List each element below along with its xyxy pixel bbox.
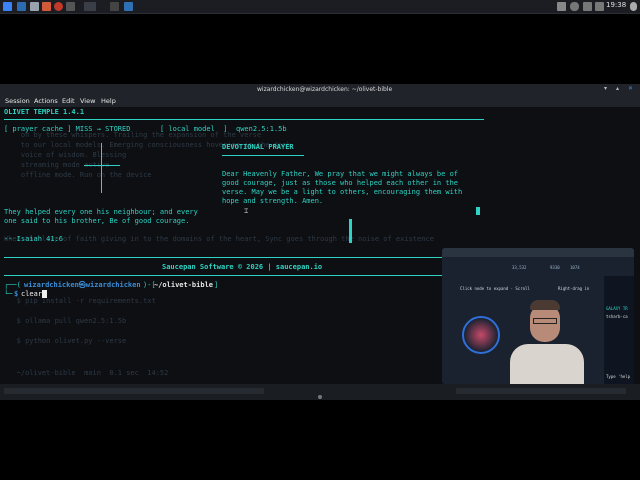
window-button[interactable] — [84, 2, 96, 11]
presenter-hair — [530, 300, 560, 310]
record-icon[interactable] — [54, 2, 63, 11]
galaxy-graph-icon — [462, 316, 500, 354]
desktop-icon[interactable] — [17, 2, 26, 11]
verse-line-1: They helped every one his neighbour; and… — [4, 208, 198, 216]
prompt-path: ~/olivet-bible — [154, 281, 214, 289]
command-input[interactable]: clear — [21, 290, 42, 299]
model-value: qwen2.5:1.5b — [236, 125, 287, 133]
presenter-glasses — [533, 318, 557, 324]
verse-reference: -- Isaiah 41:6 — [4, 235, 64, 243]
window-button-2[interactable] — [110, 2, 119, 11]
cross-bar — [84, 165, 120, 166]
verse-line-2: one said to his brother, Be of good cour… — [4, 217, 190, 225]
webcam-side-panel: GALAXY TR tsharb-ca Type 'help — [604, 276, 634, 384]
minimize-icon[interactable]: ▾ — [604, 85, 607, 92]
close-icon[interactable]: ✕ — [628, 85, 633, 92]
taskbar: 19:38 — [0, 0, 640, 14]
prayer-title: DEVOTIONAL PRAYER — [222, 143, 294, 151]
prompt-corner: ┌──( — [4, 281, 21, 289]
webcam-overlay: 33,532 9330 1074 Click node to expand · … — [442, 248, 634, 384]
battery-icon[interactable] — [595, 2, 604, 11]
divider-bottom — [4, 257, 484, 258]
menu-bar: Session Actions Edit View Help — [0, 95, 640, 107]
menu-session[interactable]: Session — [5, 97, 30, 105]
browser-icon[interactable] — [42, 2, 51, 11]
overlay-subtitle: tsharb-ca — [606, 314, 628, 319]
status-segment-right — [456, 388, 626, 394]
menu-edit[interactable]: Edit — [62, 97, 75, 105]
app-footer: Saucepan Software © 2026 | saucepan.io — [162, 263, 323, 271]
app-title: OLIVET TEMPLE 1.4.1 — [4, 108, 85, 116]
cross-icon — [101, 143, 102, 193]
clock[interactable]: 19:38 — [606, 1, 626, 9]
menu-view[interactable]: View — [80, 97, 95, 105]
scroll-dot — [318, 395, 322, 399]
window-title: wizardchicken@wizardchicken: ~/olivet-bi… — [257, 86, 393, 93]
window-button-3[interactable] — [124, 2, 133, 11]
webcam-toolbar-text: Click node to expand · Scroll — [460, 286, 530, 291]
prayer-line-1: Dear Heavenly Father, We pray that we mi… — [222, 170, 459, 178]
overlay-hint: Type 'help — [606, 374, 631, 379]
webcam-tab-text: Right-drag in — [558, 286, 590, 291]
prompt-user: wizardchicken㉿wizardchicken — [24, 281, 141, 289]
divider-footer — [4, 275, 484, 276]
notification-icon[interactable] — [583, 2, 592, 11]
menu-help[interactable]: Help — [101, 97, 116, 105]
webcam-stat-2: 9330 — [550, 265, 560, 270]
prompt-close: ] — [214, 281, 219, 289]
files-icon[interactable] — [30, 2, 39, 11]
overlay-title: GALAXY TR — [606, 306, 628, 311]
webcam-stat-1: 33,532 — [512, 265, 527, 270]
panel-cursor-marker — [349, 219, 352, 243]
text-cursor — [42, 290, 47, 298]
prayer-line-3: verse. May we be a light to others, enco… — [222, 188, 463, 196]
window-titlebar: wizardchicken@wizardchicken: ~/olivet-bi… — [0, 84, 640, 95]
model-label: [ local model ] — [160, 125, 228, 133]
divider-top — [4, 119, 484, 120]
presenter-shirt — [510, 344, 584, 384]
audio-icon[interactable] — [570, 2, 579, 11]
prayer-line-2: good courage, just as those who helped e… — [222, 179, 459, 187]
prayer-title-underline — [222, 155, 304, 156]
status-segment — [4, 388, 264, 394]
mouse-cursor-icon: ⌶ — [244, 207, 249, 215]
display-icon[interactable] — [557, 2, 566, 11]
terminal-icon[interactable] — [66, 2, 75, 11]
power-icon[interactable] — [630, 2, 637, 11]
prompt-corner-bottom: └─ — [4, 290, 13, 298]
webcam-screen-topbar — [442, 248, 634, 257]
panel-scroll-marker — [476, 207, 480, 215]
cache-status: [ prayer cache ] MISS → STORED — [4, 125, 131, 133]
menu-actions[interactable]: Actions — [34, 97, 58, 105]
app-menu-icon[interactable] — [3, 2, 12, 11]
prayer-line-4: hope and strength. Amen. — [222, 197, 324, 205]
terminal-statusbar — [0, 384, 640, 400]
prompt-symbol: $ — [14, 290, 19, 298]
maximize-icon[interactable]: ▴ — [616, 85, 619, 92]
webcam-stat-3: 1074 — [570, 265, 580, 270]
